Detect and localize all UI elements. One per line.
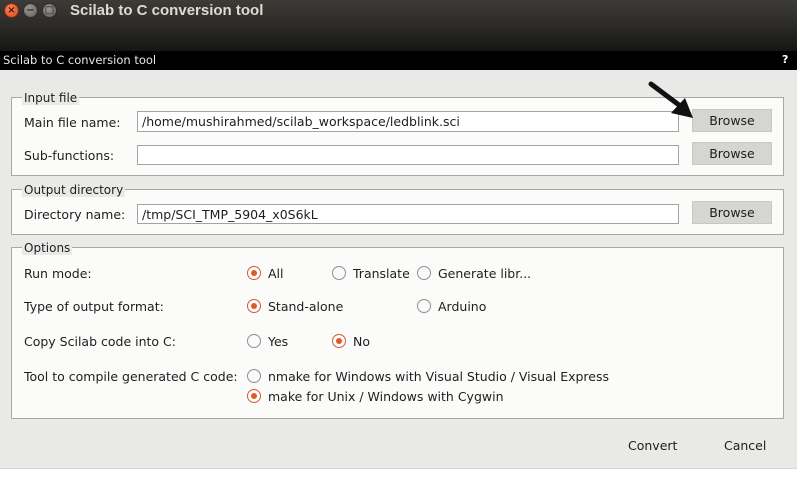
- window-maximize-button[interactable]: □: [42, 3, 57, 18]
- run-mode-generate-library-radio[interactable]: [417, 266, 431, 280]
- output-format-arduino-radio[interactable]: [417, 299, 431, 313]
- pointer-arrow-icon: [648, 81, 693, 118]
- compile-tool-label: Tool to compile generated C code:: [24, 369, 238, 384]
- convert-button[interactable]: Convert: [628, 438, 677, 453]
- run-mode-label: Run mode:: [24, 266, 92, 281]
- output-format-arduino-label[interactable]: Arduino: [438, 299, 486, 314]
- status-bar: [0, 468, 797, 488]
- copy-code-label: Copy Scilab code into C:: [24, 334, 176, 349]
- copy-code-no-label[interactable]: No: [353, 334, 370, 349]
- directory-browse-button[interactable]: Browse: [692, 201, 772, 224]
- input-file-legend: Input file: [22, 91, 80, 105]
- directory-name-input[interactable]: [137, 204, 679, 224]
- help-icon[interactable]: ?: [782, 53, 788, 66]
- compile-tool-nmake-radio[interactable]: [247, 369, 261, 383]
- run-mode-all-radio[interactable]: [247, 266, 261, 280]
- directory-name-label: Directory name:: [24, 207, 126, 222]
- subfunctions-label: Sub-functions:: [24, 148, 115, 163]
- window-minimize-button[interactable]: −: [23, 3, 38, 18]
- run-mode-translate-label[interactable]: Translate: [353, 266, 410, 281]
- subfunctions-input[interactable]: [137, 145, 679, 165]
- compile-tool-nmake-label[interactable]: nmake for Windows with Visual Studio / V…: [268, 369, 609, 384]
- output-format-label: Type of output format:: [24, 299, 164, 314]
- compile-tool-make-label[interactable]: make for Unix / Windows with Cygwin: [268, 389, 504, 404]
- copy-code-yes-radio[interactable]: [247, 334, 261, 348]
- output-directory-legend: Output directory: [22, 183, 126, 197]
- run-mode-translate-radio[interactable]: [332, 266, 346, 280]
- window-title: Scilab to C conversion tool: [70, 2, 264, 19]
- copy-code-yes-label[interactable]: Yes: [268, 334, 288, 349]
- frame-title: Scilab to C conversion tool: [3, 53, 157, 67]
- compile-tool-make-radio[interactable]: [247, 389, 261, 403]
- copy-code-no-radio[interactable]: [332, 334, 346, 348]
- cancel-button[interactable]: Cancel: [724, 438, 766, 453]
- window-close-button[interactable]: ×: [4, 3, 19, 18]
- run-mode-generate-library-label[interactable]: Generate libr...: [438, 266, 531, 281]
- output-format-standalone-label[interactable]: Stand-alone: [268, 299, 343, 314]
- main-file-input[interactable]: [137, 111, 679, 132]
- output-format-standalone-radio[interactable]: [247, 299, 261, 313]
- options-legend: Options: [22, 241, 73, 255]
- run-mode-all-label[interactable]: All: [268, 266, 284, 281]
- subfunctions-browse-button[interactable]: Browse: [692, 142, 772, 165]
- main-file-label: Main file name:: [24, 115, 121, 130]
